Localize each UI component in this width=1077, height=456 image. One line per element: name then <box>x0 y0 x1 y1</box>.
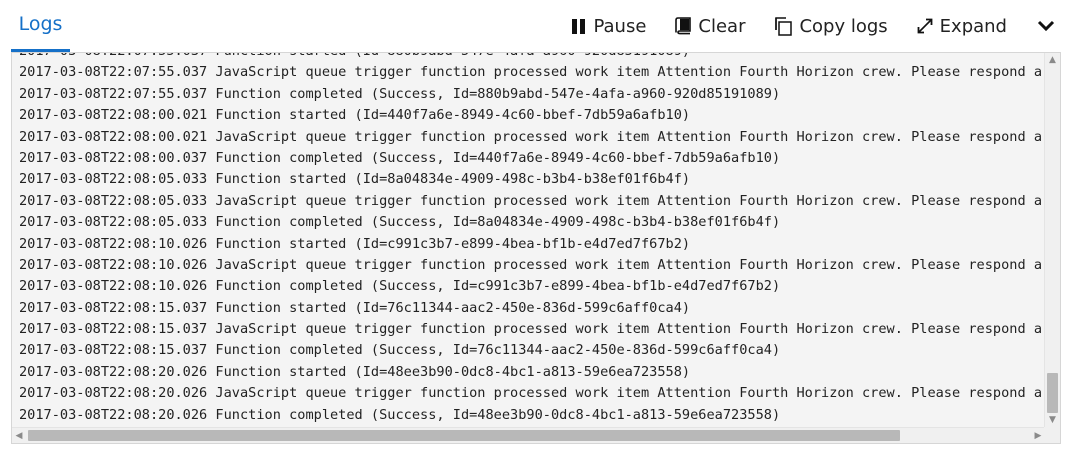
log-lines: 2017-03-08T22:07:55.037 Function started… <box>19 53 1044 426</box>
chevron-down-icon <box>1037 20 1055 32</box>
book-icon <box>674 17 692 35</box>
copy-icon <box>773 16 793 36</box>
clear-button[interactable]: Clear <box>674 6 745 46</box>
scroll-up-arrow-icon[interactable]: ▲ <box>1045 53 1060 67</box>
horizontal-scroll-thumb[interactable] <box>28 430 900 441</box>
scrollbar-corner <box>1044 427 1060 443</box>
copy-logs-button[interactable]: Copy logs <box>773 6 888 46</box>
clear-button-label: Clear <box>698 15 746 37</box>
scroll-right-arrow-icon[interactable]: ▶ <box>1031 428 1045 443</box>
vertical-scrollbar[interactable]: ▲ ▼ <box>1044 53 1060 427</box>
log-line: 2017-03-08T22:08:00.037 Function complet… <box>19 149 781 166</box>
collapse-toggle-button[interactable] <box>1037 6 1055 46</box>
log-line: 2017-03-08T22:08:20.026 JavaScript queue… <box>19 385 1043 402</box>
pause-icon <box>571 18 587 35</box>
tab-logs[interactable]: Logs <box>11 0 70 52</box>
vertical-scroll-thumb[interactable] <box>1047 373 1058 413</box>
log-line: 2017-03-08T22:08:00.021 JavaScript queue… <box>19 128 1043 145</box>
pause-button-label: Pause <box>593 15 647 37</box>
log-line: 2017-03-08T22:08:05.033 Function started… <box>19 171 691 188</box>
log-line: 2017-03-08T22:08:05.033 Function complet… <box>19 214 781 231</box>
tab-logs-label: Logs <box>18 12 63 35</box>
log-line: 2017-03-08T22:08:10.026 JavaScript queue… <box>19 256 1043 273</box>
log-line: 2017-03-08T22:07:55.037 Function complet… <box>19 85 781 102</box>
copy-logs-button-label: Copy logs <box>799 15 888 37</box>
logs-header: Logs Pause Clear Copy logs Expand <box>0 0 1077 52</box>
pause-button[interactable]: Pause <box>571 6 646 46</box>
log-line: 2017-03-08T22:08:15.037 Function complet… <box>19 342 781 359</box>
log-line: 2017-03-08T22:08:10.026 Function started… <box>19 235 691 252</box>
expand-button[interactable]: Expand <box>916 6 1007 46</box>
log-line: 2017-03-08T22:07:55.037 Function started… <box>19 53 1044 62</box>
log-toolbar: Pause Clear Copy logs Expand <box>571 0 1055 52</box>
log-line: 2017-03-08T22:07:55.037 JavaScript queue… <box>19 64 1043 81</box>
log-output[interactable]: 2017-03-08T22:07:55.037 Function started… <box>11 52 1061 444</box>
scroll-left-arrow-icon[interactable]: ◀ <box>12 428 26 443</box>
log-line: 2017-03-08T22:08:10.026 Function complet… <box>19 278 781 295</box>
log-line: 2017-03-08T22:08:20.026 Function complet… <box>19 406 781 423</box>
horizontal-scrollbar[interactable]: ◀ ▶ <box>12 427 1045 443</box>
logs-panel-root: Logs Pause Clear Copy logs Expand 2017-0… <box>0 0 1077 456</box>
log-line: 2017-03-08T22:08:15.037 Function started… <box>19 299 691 316</box>
expand-arrows-icon <box>916 17 934 35</box>
log-line: 2017-03-08T22:08:05.033 JavaScript queue… <box>19 192 1043 209</box>
log-line: 2017-03-08T22:08:00.021 Function started… <box>19 107 691 124</box>
expand-button-label: Expand <box>939 15 1007 37</box>
log-line: 2017-03-08T22:08:20.026 Function started… <box>19 363 691 380</box>
scroll-down-arrow-icon[interactable]: ▼ <box>1045 413 1060 427</box>
log-line: 2017-03-08T22:08:15.037 JavaScript queue… <box>19 321 1043 338</box>
